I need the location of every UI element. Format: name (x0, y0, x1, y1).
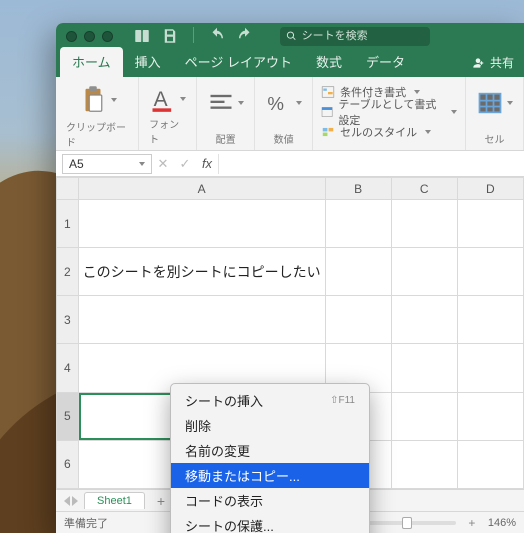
accept-formula-icon: ✓ (174, 156, 196, 172)
cell[interactable] (325, 200, 391, 248)
cell[interactable] (78, 200, 325, 248)
undo-icon[interactable] (208, 27, 226, 45)
share-icon (471, 56, 485, 70)
table-format-icon (321, 105, 333, 119)
search-input[interactable] (302, 30, 424, 42)
ribbon-group-clipboard: クリップボード (56, 77, 139, 150)
fx-icon[interactable]: fx (196, 156, 218, 171)
menu-delete-sheet[interactable]: 削除 (171, 413, 369, 438)
sheet-context-menu: シートの挿入⇧F11 削除 名前の変更 移動またはコピー... コードの表示 シ… (170, 383, 370, 533)
cell[interactable] (391, 392, 457, 440)
cell[interactable] (457, 392, 523, 440)
menu-view-code[interactable]: コードの表示 (171, 488, 369, 513)
row-header[interactable]: 5 (57, 392, 79, 440)
cell[interactable] (391, 248, 457, 296)
cell[interactable] (457, 200, 523, 248)
cell[interactable] (391, 296, 457, 344)
cell[interactable] (391, 200, 457, 248)
maximize-icon[interactable] (102, 31, 113, 42)
menu-insert-sheet[interactable]: シートの挿入⇧F11 (171, 388, 369, 413)
sheet-tab[interactable]: Sheet1 (84, 492, 145, 509)
tab-data[interactable]: データ (354, 47, 417, 77)
cell[interactable] (78, 296, 325, 344)
table-format-button[interactable]: テーブルとして書式設定 (321, 103, 457, 121)
dual-pane-icon[interactable] (133, 27, 151, 45)
save-icon[interactable] (161, 27, 179, 45)
ribbon-tabs: ホーム 挿入 ページ レイアウト 数式 データ 共有 (56, 49, 524, 77)
conditional-format-icon (321, 85, 335, 99)
window-controls[interactable] (66, 31, 113, 42)
sheet-next-icon[interactable] (72, 496, 78, 506)
svg-text:%: % (267, 93, 284, 114)
number-format-button[interactable]: % (265, 89, 302, 117)
row-header[interactable]: 3 (57, 296, 79, 344)
svg-text:A: A (154, 88, 168, 111)
row-header[interactable]: 1 (57, 200, 79, 248)
tab-formulas[interactable]: 数式 (304, 47, 354, 77)
row-header[interactable]: 6 (57, 440, 79, 488)
search-icon (286, 30, 297, 42)
ribbon-group-cells: セル (466, 77, 524, 150)
titlebar (56, 23, 524, 49)
tab-home[interactable]: ホーム (60, 47, 123, 77)
row-header[interactable]: 2 (57, 248, 79, 296)
ribbon-group-styles: 条件付き書式 テーブルとして書式設定 セルのスタイル (313, 77, 466, 150)
ribbon: クリップボード A フォント 配置 % (56, 77, 524, 151)
redo-icon[interactable] (236, 27, 254, 45)
zoom-in-button[interactable]: + (466, 516, 478, 530)
select-all-corner[interactable] (57, 178, 79, 200)
cells-button[interactable] (476, 89, 513, 117)
cell[interactable] (457, 344, 523, 392)
cell-styles-button[interactable]: セルのスタイル (321, 123, 457, 141)
cell[interactable] (391, 440, 457, 488)
row-header[interactable]: 4 (57, 344, 79, 392)
ribbon-group-font: A フォント (139, 77, 197, 150)
minimize-icon[interactable] (84, 31, 95, 42)
cell[interactable] (325, 248, 391, 296)
paste-button[interactable] (78, 83, 117, 117)
ribbon-group-number: % 数値 (255, 77, 313, 150)
cell[interactable] (457, 248, 523, 296)
name-box[interactable]: A5 (62, 154, 152, 174)
column-header[interactable]: D (457, 178, 523, 200)
cell[interactable] (457, 440, 523, 488)
cell[interactable] (457, 296, 523, 344)
sheet-prev-icon[interactable] (64, 496, 70, 506)
font-button[interactable]: A (149, 85, 186, 113)
zoom-level[interactable]: 146% (488, 517, 516, 529)
tab-insert[interactable]: 挿入 (123, 47, 173, 77)
alignment-button[interactable] (207, 89, 244, 117)
formula-input[interactable] (218, 154, 524, 174)
column-header[interactable]: A (78, 178, 325, 200)
column-header[interactable]: C (391, 178, 457, 200)
cell[interactable] (391, 344, 457, 392)
share-button[interactable]: 共有 (461, 49, 524, 77)
column-header[interactable]: B (325, 178, 391, 200)
cell[interactable]: このシートを別シートにコピーしたい (78, 248, 325, 296)
status-ready: 準備完了 (64, 515, 108, 531)
search-box[interactable] (280, 27, 430, 46)
menu-rename-sheet[interactable]: 名前の変更 (171, 438, 369, 463)
tab-page-layout[interactable]: ページ レイアウト (173, 47, 304, 77)
close-icon[interactable] (66, 31, 77, 42)
cell-styles-icon (321, 125, 335, 139)
add-sheet-button[interactable]: + (151, 493, 171, 509)
menu-move-or-copy[interactable]: 移動またはコピー... (171, 463, 369, 488)
cell[interactable] (325, 296, 391, 344)
zoom-slider[interactable] (366, 521, 456, 525)
cancel-formula-icon: ✕ (152, 156, 174, 172)
menu-protect-sheet[interactable]: シートの保護... (171, 513, 369, 533)
formula-bar: A5 ✕ ✓ fx (56, 151, 524, 177)
ribbon-group-alignment: 配置 (197, 77, 255, 150)
